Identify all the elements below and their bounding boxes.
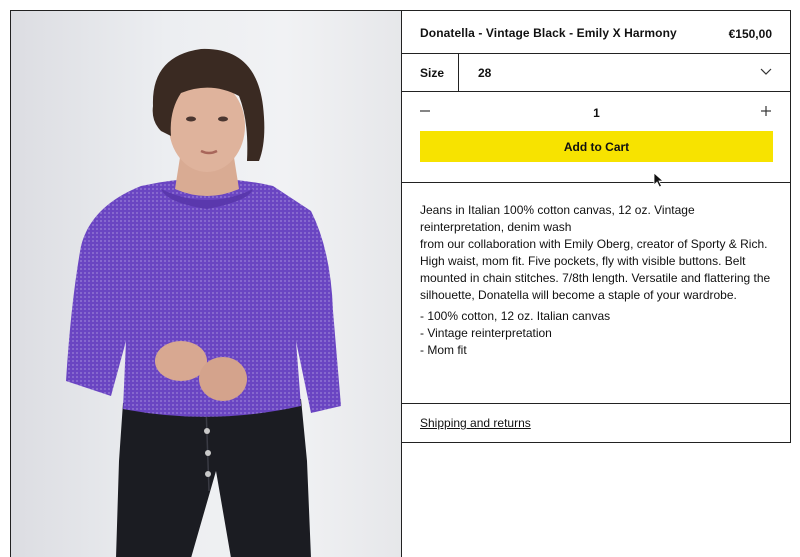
size-label: Size [420, 66, 445, 80]
size-selected-value: 28 [478, 66, 492, 80]
product-price: €150,00 [728, 27, 772, 41]
product-title: Donatella - Vintage Black - Emily X Harm… [420, 26, 677, 40]
product-header: Donatella - Vintage Black - Emily X Harm… [402, 10, 791, 54]
chevron-down-icon [760, 68, 772, 75]
add-to-cart-section: 1 Add to Cart [402, 91, 791, 188]
product-details-panel: Donatella - Vintage Black - Emily X Harm… [401, 10, 791, 557]
description-paragraph: Jeans in Italian 100% cotton canvas, 12 … [420, 203, 695, 234]
product-description: Jeans in Italian 100% cotton canvas, 12 … [402, 182, 791, 404]
product-photo [66, 48, 341, 557]
size-dropdown[interactable]: 28 [459, 54, 790, 91]
add-to-cart-button[interactable]: Add to Cart [420, 131, 773, 162]
list-item: - 100% cotton, 12 oz. Italian canvas [420, 309, 611, 323]
feature-list: - 100% cotton, 12 oz. Italian canvas - V… [420, 308, 778, 359]
shipping-section: Shipping and returns [402, 403, 791, 443]
description-paragraph: from our collaboration with Emily Oberg,… [420, 237, 771, 302]
list-item: - Mom fit [420, 343, 467, 357]
plus-icon[interactable] [760, 105, 772, 117]
shipping-returns-link[interactable]: Shipping and returns [420, 416, 531, 430]
list-item: - Vintage reinterpretation [420, 326, 552, 340]
size-row: Size 28 [402, 54, 791, 92]
quantity-value: 1 [593, 106, 600, 120]
product-image [10, 10, 402, 557]
